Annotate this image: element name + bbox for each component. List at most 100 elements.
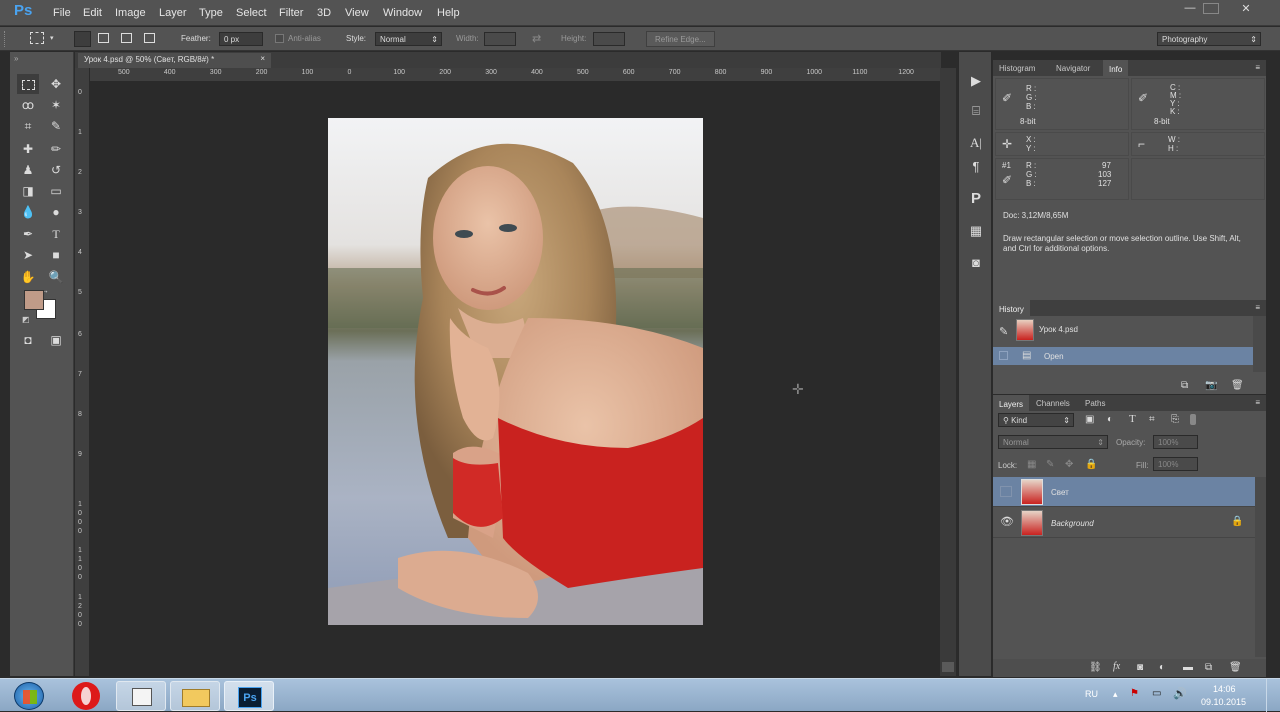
lock-pixels-icon[interactable]: ✎	[1046, 459, 1054, 470]
filter-type-icon[interactable]: T	[1129, 413, 1136, 425]
swatches-icon[interactable]: ▦	[964, 220, 988, 242]
fill-input[interactable]: 100%	[1153, 457, 1198, 471]
taskbar-explorer-button[interactable]	[170, 681, 220, 711]
show-hidden-icons-icon[interactable]: ▴	[1113, 689, 1118, 700]
menu-view[interactable]: View	[345, 7, 369, 19]
rectangular-marquee-tool[interactable]	[17, 74, 39, 94]
play-actions-icon[interactable]: ▶	[964, 70, 988, 92]
default-colors-icon[interactable]: ◩	[22, 315, 30, 324]
filter-smart-object-icon[interactable]: ⎘	[1171, 414, 1179, 425]
taskbar-app-button[interactable]	[116, 681, 166, 711]
link-layers-icon[interactable]: ⛓	[1089, 662, 1102, 673]
lock-all-icon[interactable]: 🔒	[1085, 459, 1097, 470]
scroll-thumb[interactable]	[942, 662, 954, 672]
subtract-selection-icon[interactable]	[121, 33, 132, 43]
opera-icon[interactable]	[72, 682, 100, 710]
swap-icon[interactable]: ⇄	[532, 32, 541, 45]
magic-wand-tool[interactable]: ✶	[45, 95, 67, 115]
panel-menu-icon[interactable]: ≡	[1255, 398, 1260, 407]
eyedropper-tool[interactable]: ✎	[45, 116, 67, 136]
volume-icon[interactable]: 🔊	[1173, 687, 1187, 700]
menu-image[interactable]: Image	[115, 7, 146, 19]
tab-paths[interactable]: Paths	[1079, 397, 1111, 410]
brush-tool[interactable]: ✏	[45, 139, 67, 159]
clock-date[interactable]: 09.10.2015	[1201, 697, 1246, 707]
close-tab-icon[interactable]: ×	[260, 54, 265, 63]
screen-mode-icon[interactable]: ▣	[45, 330, 67, 350]
menu-type[interactable]: Type	[199, 7, 223, 19]
dodge-tool[interactable]: ●	[45, 202, 67, 222]
menu-help[interactable]: Help	[437, 7, 460, 19]
width-input[interactable]	[484, 32, 516, 46]
pen-tool[interactable]: ✒	[17, 224, 39, 244]
history-state-open[interactable]: ▤ Open	[993, 347, 1253, 365]
crop-tool[interactable]: ⌗	[17, 116, 39, 136]
paragraph-icon[interactable]: ¶	[964, 156, 988, 178]
style-select[interactable]: Normal ⇕	[375, 32, 442, 46]
lock-position-icon[interactable]: ✥	[1065, 459, 1073, 470]
feather-input[interactable]: 0 px	[219, 32, 263, 46]
panel-menu-icon[interactable]: ≡	[1255, 63, 1260, 72]
healing-brush-tool[interactable]: ✚	[17, 139, 39, 159]
type-tool[interactable]: T	[45, 224, 67, 244]
close-window-button[interactable]: ✕	[1232, 2, 1260, 16]
collapse-icon[interactable]: »	[14, 54, 18, 63]
filter-shape-icon[interactable]: ⌗	[1149, 414, 1155, 425]
menu-select[interactable]: Select	[236, 7, 267, 19]
properties-icon[interactable]: P	[964, 188, 988, 210]
menu-3d[interactable]: 3D	[317, 7, 331, 19]
filter-adjustment-icon[interactable]: ◐	[1107, 414, 1113, 425]
adjustment-layer-icon[interactable]: ◐	[1159, 662, 1165, 673]
rectangle-tool[interactable]: ■	[45, 245, 67, 265]
tab-channels[interactable]: Channels	[1030, 397, 1076, 410]
restore-button[interactable]	[1203, 3, 1219, 14]
filter-pixel-icon[interactable]: ▣	[1085, 414, 1094, 425]
chevron-down-icon[interactable]: ▾	[50, 34, 54, 42]
rectangular-marquee-preset-icon[interactable]	[30, 32, 44, 44]
layer-row[interactable]: 👁 Background 🔒	[993, 508, 1255, 538]
tab-history[interactable]: History	[993, 300, 1030, 316]
panel-menu-icon[interactable]: ≡	[1255, 303, 1260, 312]
state-checkbox[interactable]	[999, 351, 1008, 360]
eraser-tool[interactable]: ◨	[17, 181, 39, 201]
tab-layers[interactable]: Layers	[993, 395, 1030, 411]
tab-info[interactable]: Info	[1103, 60, 1129, 76]
workspace-select[interactable]: Photography ⇕	[1157, 32, 1261, 46]
layer-row[interactable]: Свет	[993, 477, 1255, 507]
new-layer-icon[interactable]: ⧉	[1205, 662, 1212, 673]
lasso-tool[interactable]: ꝏ	[17, 95, 39, 115]
history-snapshot[interactable]: ✎ Урок 4.psd	[993, 316, 1253, 346]
zoom-tool[interactable]: 🔍	[45, 267, 67, 287]
tab-histogram[interactable]: Histogram	[993, 62, 1041, 75]
hand-tool[interactable]: ✋	[17, 267, 39, 287]
blur-tool[interactable]: 💧	[17, 202, 39, 222]
opacity-input[interactable]: 100%	[1153, 435, 1198, 449]
height-input[interactable]	[593, 32, 625, 46]
action-center-icon[interactable]: ⚑	[1130, 688, 1139, 699]
new-selection-icon[interactable]	[74, 31, 91, 47]
tab-navigator[interactable]: Navigator	[1050, 62, 1096, 75]
menu-filter[interactable]: Filter	[279, 7, 303, 19]
eye-icon[interactable]: 👁	[1000, 515, 1014, 528]
network-icon[interactable]: ▭	[1152, 688, 1161, 699]
move-tool[interactable]: ✥	[45, 74, 67, 94]
gradient-tool[interactable]: ▭	[45, 181, 67, 201]
delete-layer-icon[interactable]: 🗑	[1229, 662, 1242, 673]
taskbar-photoshop-button[interactable]: Ps	[224, 681, 274, 711]
quick-mask-icon[interactable]: ◘	[17, 330, 39, 350]
document-tab[interactable]: Урок 4.psd @ 50% (Свет, RGB/8#) * ×	[78, 53, 271, 68]
layer-style-icon[interactable]: fx	[1113, 661, 1120, 672]
lock-transparent-icon[interactable]: ▦	[1027, 459, 1036, 470]
brush-presets-icon[interactable]: ⌸	[964, 100, 988, 122]
history-brush-tool[interactable]: ↺	[45, 160, 67, 180]
language-indicator[interactable]: RU	[1085, 689, 1098, 699]
path-selection-tool[interactable]: ➤	[17, 245, 39, 265]
layers-scrollbar[interactable]	[1255, 477, 1266, 657]
menu-window[interactable]: Window	[383, 7, 422, 19]
start-button[interactable]	[14, 682, 44, 710]
character-icon[interactable]: A|	[964, 132, 988, 154]
minimize-button[interactable]: —	[1180, 2, 1200, 16]
layer-visibility-toggle[interactable]	[1000, 486, 1012, 497]
intersect-selection-icon[interactable]	[144, 33, 155, 43]
clone-stamp-tool[interactable]: ♟	[17, 160, 39, 180]
